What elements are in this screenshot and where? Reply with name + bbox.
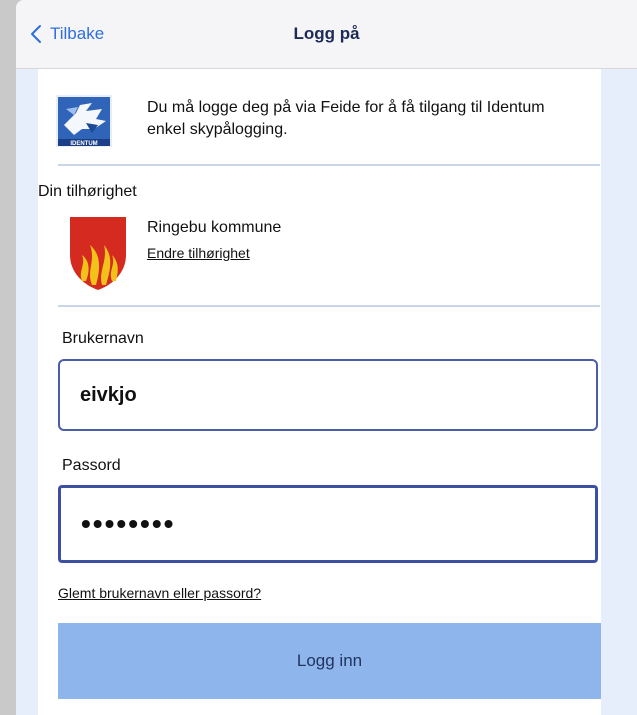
divider: [58, 164, 600, 166]
username-label: Brukernavn: [62, 330, 144, 347]
forgot-credentials-link[interactable]: Glemt brukernavn eller passord?: [58, 585, 261, 601]
login-button[interactable]: Logg inn: [58, 623, 601, 699]
login-panel: IDENTUM Du må logge deg på via Feide for…: [38, 69, 601, 715]
change-affiliation-link[interactable]: Endre tilhørighet: [147, 245, 250, 261]
intro-text: Du må logge deg på via Feide for å få ti…: [147, 99, 545, 138]
app-window: Tilbake Logg på IDENTUM Du må logge deg …: [16, 0, 637, 715]
username-value: eivkjo: [80, 383, 137, 406]
divider: [58, 305, 600, 307]
page-title: Logg på: [293, 24, 360, 43]
content-area: IDENTUM Du må logge deg på via Feide for…: [16, 69, 637, 715]
identum-logo: IDENTUM: [56, 95, 112, 147]
password-value: ••••••••: [81, 508, 176, 539]
organization-name: Ringebu kommune: [147, 219, 282, 236]
navigation-bar: Tilbake Logg på: [16, 0, 637, 69]
login-button-label: Logg inn: [296, 651, 363, 670]
password-label: Passord: [62, 457, 121, 474]
ringebu-crest-icon: [70, 217, 126, 290]
affiliation-heading: Din tilhørighet: [38, 183, 137, 200]
username-field[interactable]: eivkjo: [58, 359, 598, 431]
identum-logo-text: IDENTUM: [70, 141, 97, 147]
password-field[interactable]: ••••••••: [58, 485, 598, 563]
